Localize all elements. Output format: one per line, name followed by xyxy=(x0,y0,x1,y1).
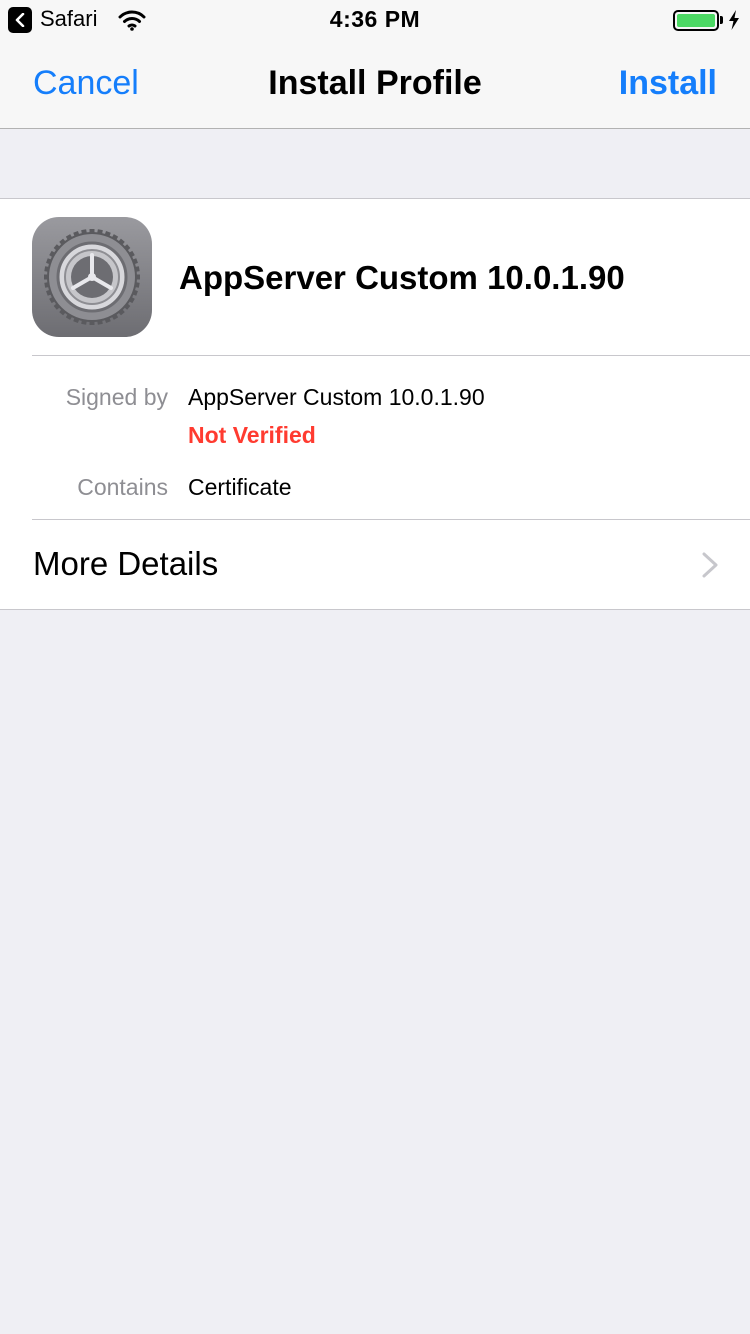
profile-name: AppServer Custom 10.0.1.90 xyxy=(179,259,625,296)
battery-tip xyxy=(720,16,723,24)
divider xyxy=(32,355,750,356)
more-details-label: More Details xyxy=(33,545,219,582)
verification-status: Not Verified xyxy=(188,422,316,448)
signed-by-label: Signed by xyxy=(65,384,168,410)
more-details-row[interactable]: More Details xyxy=(0,520,750,610)
battery-level-fill xyxy=(677,14,715,27)
contains-value: Certificate xyxy=(188,474,292,500)
status-time: 4:36 PM xyxy=(329,6,421,32)
contains-label: Contains xyxy=(77,474,168,500)
settings-gear-icon xyxy=(32,217,152,337)
chevron-right-icon xyxy=(702,552,718,578)
install-button[interactable]: Install xyxy=(619,64,717,103)
status-bar: Safari 4:36 PM xyxy=(0,0,750,40)
charging-bolt-icon xyxy=(729,10,739,30)
navigation-bar: Cancel Install Profile Install xyxy=(0,40,750,129)
signed-by-value: AppServer Custom 10.0.1.90 xyxy=(188,384,485,410)
battery-icon xyxy=(673,10,719,31)
profile-card: AppServer Custom 10.0.1.90 Signed by App… xyxy=(0,198,750,610)
